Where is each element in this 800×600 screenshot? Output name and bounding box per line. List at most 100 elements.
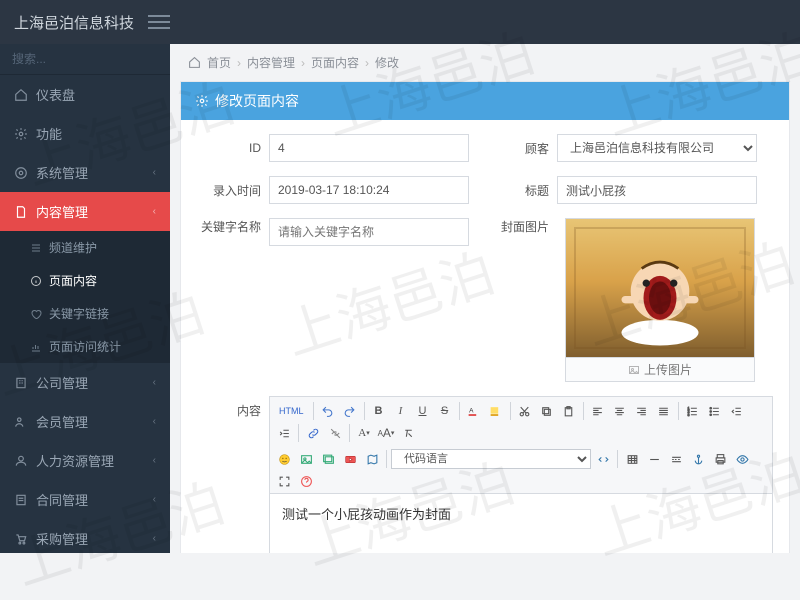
outdent-button[interactable] — [727, 401, 747, 421]
title-label: 标题 — [485, 182, 557, 199]
forecolor-button[interactable]: A — [464, 401, 484, 421]
cart-icon — [14, 532, 28, 546]
insert-media-button[interactable] — [340, 449, 360, 469]
sidebar-item-purchase[interactable]: 采购管理 ‹ — [0, 519, 170, 553]
upload-label: 上传图片 — [644, 361, 692, 378]
indent-button[interactable] — [274, 423, 294, 443]
editor-content[interactable]: 测试一个小屁孩动画作为封面 — [269, 494, 773, 553]
link-button[interactable] — [303, 423, 323, 443]
toolbar-divider — [510, 402, 511, 420]
breadcrumb-l2[interactable]: 页面内容 — [311, 54, 359, 71]
sidebar-item-dashboard[interactable]: 仪表盘 — [0, 75, 170, 114]
hr-button[interactable] — [644, 449, 664, 469]
pagebreak-button[interactable] — [666, 449, 686, 469]
sidebar-sub-channel[interactable]: 频道维护 — [0, 231, 170, 264]
align-left-button[interactable] — [588, 401, 608, 421]
sidebar-sub-label: 频道维护 — [49, 239, 97, 256]
sidebar-item-label: 功能 — [36, 124, 62, 143]
time-input[interactable] — [269, 176, 469, 204]
toolbar-divider — [298, 424, 299, 442]
sidebar-item-label: 采购管理 — [36, 529, 88, 548]
ordered-list-button[interactable]: 123 — [683, 401, 703, 421]
sidebar-item-label: 仪表盘 — [36, 85, 75, 104]
html-source-button[interactable]: HTML — [274, 401, 309, 421]
breadcrumb-home[interactable]: 首页 — [207, 54, 231, 71]
table-button[interactable] — [622, 449, 642, 469]
sidebar-item-hr[interactable]: 人力资源管理 ‹ — [0, 441, 170, 480]
anchor-button[interactable] — [688, 449, 708, 469]
svg-text:3: 3 — [688, 412, 690, 416]
redo-button[interactable] — [340, 401, 360, 421]
multi-image-button[interactable] — [318, 449, 338, 469]
preview-button[interactable] — [732, 449, 752, 469]
home-icon — [188, 56, 201, 69]
title-input[interactable] — [557, 176, 757, 204]
underline-button[interactable]: U — [413, 401, 433, 421]
toolbar-divider — [364, 402, 365, 420]
font-size-button[interactable]: AA▾ — [376, 423, 396, 443]
users-icon — [14, 415, 28, 429]
chart-icon — [30, 341, 42, 353]
id-input[interactable] — [269, 134, 469, 162]
chevron-left-icon: ‹ — [153, 206, 156, 217]
toolbar-divider — [349, 424, 350, 442]
paste-button[interactable] — [559, 401, 579, 421]
cut-button[interactable] — [515, 401, 535, 421]
fullscreen-button[interactable] — [274, 471, 294, 491]
copy-button[interactable] — [537, 401, 557, 421]
sidebar-item-member[interactable]: 会员管理 ‹ — [0, 402, 170, 441]
insert-map-button[interactable] — [362, 449, 382, 469]
remove-format-button[interactable] — [398, 423, 418, 443]
sidebar-sub-keywordlink[interactable]: 关键字链接 — [0, 297, 170, 330]
bold-button[interactable]: B — [369, 401, 389, 421]
toolbar-divider — [617, 450, 618, 468]
sidebar-item-company[interactable]: 公司管理 ‹ — [0, 363, 170, 402]
customer-select[interactable]: 上海邑泊信息科技有限公司 — [557, 134, 757, 162]
upload-image-button[interactable]: 上传图片 — [565, 358, 755, 382]
cartoon-icon — [605, 241, 715, 351]
time-label: 录入时间 — [197, 182, 269, 199]
user-icon — [14, 454, 28, 468]
insert-code-button[interactable] — [593, 449, 613, 469]
list-icon — [30, 242, 42, 254]
code-language-select[interactable]: 代码语言 — [391, 449, 591, 469]
sidebar: 仪表盘 功能 系统管理 ‹ 内容管理 ‹ 频道维护 页面内容 关键字链接 页面访… — [0, 44, 170, 553]
sidebar-item-contract[interactable]: 合同管理 ‹ — [0, 480, 170, 519]
sidebar-item-system[interactable]: 系统管理 ‹ — [0, 153, 170, 192]
toolbar-divider — [583, 402, 584, 420]
italic-button[interactable]: I — [391, 401, 411, 421]
brand: 上海邑泊信息科技 — [14, 12, 134, 33]
keyword-input[interactable] — [269, 218, 469, 246]
cover-image[interactable] — [565, 218, 755, 358]
sidebar-sub-pagecontent[interactable]: 页面内容 — [0, 264, 170, 297]
sidebar-sub-label: 关键字链接 — [49, 305, 109, 322]
menu-toggle-icon[interactable] — [148, 11, 170, 33]
sidebar-item-label: 系统管理 — [36, 163, 88, 182]
breadcrumb-sep: › — [365, 56, 369, 70]
unlink-button[interactable] — [325, 423, 345, 443]
gear-icon — [14, 127, 28, 141]
align-justify-button[interactable] — [654, 401, 674, 421]
print-button[interactable] — [710, 449, 730, 469]
sidebar-item-content[interactable]: 内容管理 ‹ — [0, 192, 170, 231]
font-family-button[interactable]: A▾ — [354, 423, 374, 443]
search-input[interactable] — [12, 52, 167, 66]
unordered-list-button[interactable] — [705, 401, 725, 421]
insert-image-button[interactable] — [296, 449, 316, 469]
chevron-left-icon: ‹ — [153, 416, 156, 427]
help-button[interactable] — [296, 471, 316, 491]
backcolor-button[interactable] — [486, 401, 506, 421]
heart-icon — [30, 308, 42, 320]
toolbar-divider — [678, 402, 679, 420]
settings-icon — [14, 166, 28, 180]
sidebar-search — [0, 44, 170, 75]
id-label: ID — [197, 141, 269, 155]
align-center-button[interactable] — [610, 401, 630, 421]
align-right-button[interactable] — [632, 401, 652, 421]
sidebar-sub-pagestats[interactable]: 页面访问统计 — [0, 330, 170, 363]
undo-button[interactable] — [318, 401, 338, 421]
breadcrumb-l1[interactable]: 内容管理 — [247, 54, 295, 71]
emoji-button[interactable] — [274, 449, 294, 469]
sidebar-item-function[interactable]: 功能 — [0, 114, 170, 153]
strike-button[interactable]: S — [435, 401, 455, 421]
